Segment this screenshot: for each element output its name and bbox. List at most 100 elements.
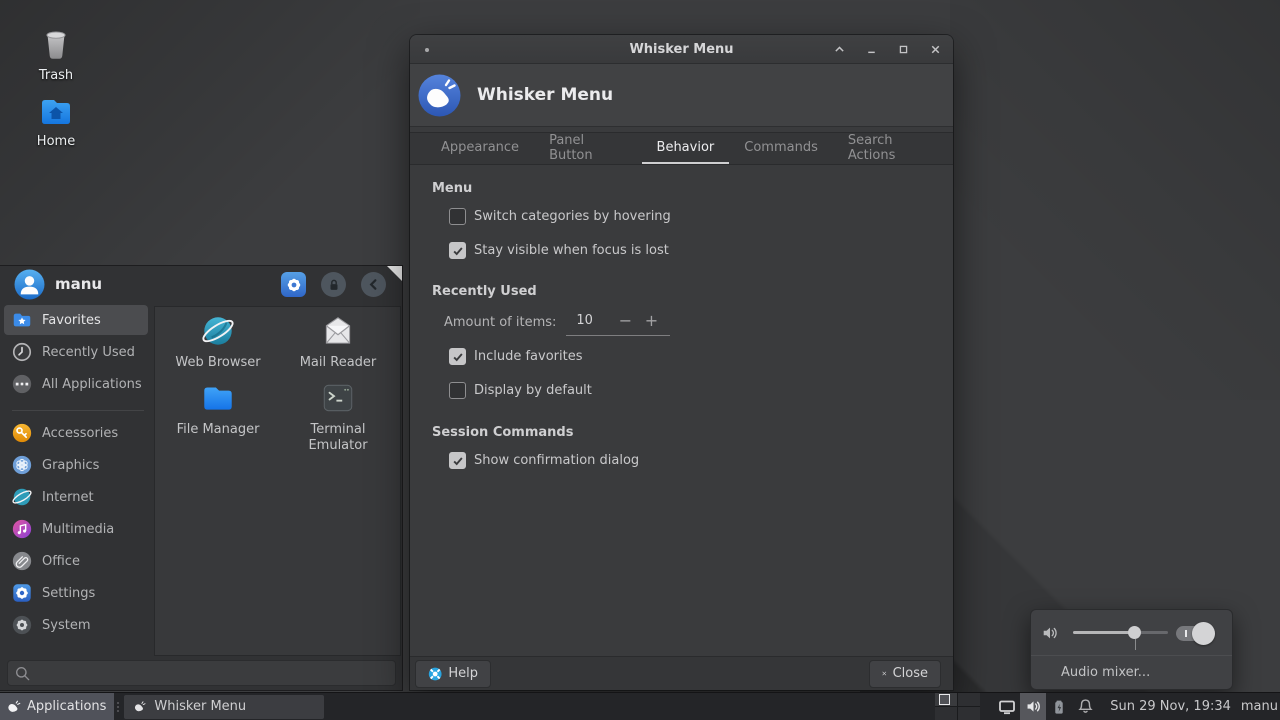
taskbar-right: Sun 29 Nov, 19:34 manu (935, 693, 1280, 720)
app-file-manager[interactable]: File Manager (158, 379, 278, 438)
option-switch-categories[interactable]: Switch categories by hovering (449, 208, 671, 225)
app-grid: Web Browser Mail Reader File Manager (154, 306, 401, 656)
decrease-button[interactable]: − (612, 311, 638, 329)
category-accessories[interactable]: Accessories (4, 418, 148, 448)
help-button[interactable]: Help (415, 660, 491, 688)
lock-screen-button[interactable] (321, 272, 346, 297)
shade-button[interactable] (832, 42, 847, 57)
close-x-icon (882, 668, 887, 679)
all-applications-icon (11, 373, 33, 395)
search-icon (14, 665, 31, 682)
section-menu: Menu (432, 181, 472, 196)
mail-reader-icon (319, 312, 357, 350)
settings-button[interactable] (281, 272, 306, 297)
toggle-knob[interactable] (1192, 622, 1215, 645)
tab-commands[interactable]: Commands (729, 133, 833, 164)
tab-search-actions[interactable]: Search Actions (833, 133, 953, 164)
workspace-1[interactable] (935, 693, 957, 706)
bell-icon (1077, 698, 1094, 715)
taskbar: Applications Whisker Menu (0, 692, 1280, 720)
graphics-icon (11, 454, 33, 476)
workspace-4[interactable] (958, 707, 980, 720)
amount-value[interactable]: 10 (576, 313, 612, 328)
accessories-icon (11, 422, 33, 444)
category-recently-used[interactable]: Recently Used (4, 337, 148, 367)
username: manu (55, 275, 102, 293)
tab-bar: Appearance Panel Button Behavior Command… (410, 132, 953, 165)
app-mail-reader[interactable]: Mail Reader (278, 312, 398, 371)
option-include-favorites[interactable]: Include favorites (449, 348, 582, 365)
category-office[interactable]: Office (4, 546, 148, 576)
checkbox[interactable] (449, 452, 466, 469)
behavior-tab-content: Menu Switch categories by hovering Stay … (410, 165, 953, 656)
dialog-title: Whisker Menu (477, 85, 613, 105)
category-favorites[interactable]: Favorites (4, 305, 148, 335)
category-internet[interactable]: Internet (4, 482, 148, 512)
checkbox[interactable] (449, 382, 466, 399)
settings-category-icon (11, 582, 33, 604)
monitor-icon (998, 698, 1016, 716)
category-settings[interactable]: Settings (4, 578, 148, 608)
category-graphics[interactable]: Graphics (4, 450, 148, 480)
wallpaper-shade (950, 0, 1280, 400)
web-browser-icon (199, 312, 237, 350)
workspace-3[interactable] (935, 707, 957, 720)
app-web-browser[interactable]: Web Browser (158, 312, 278, 371)
checkbox[interactable] (449, 348, 466, 365)
display-tray-icon[interactable] (994, 693, 1020, 720)
close-icon (929, 43, 942, 56)
volume-slider-handle[interactable] (1128, 626, 1141, 639)
favorites-icon (11, 309, 33, 331)
maximize-button[interactable] (896, 42, 911, 57)
applications-menu-button[interactable]: Applications (0, 693, 114, 720)
whisker-menu-settings-window: Whisker Menu (410, 35, 953, 690)
whisker-menu-logo (417, 73, 462, 118)
close-window-button[interactable] (928, 42, 943, 57)
window-titlebar[interactable]: Whisker Menu (410, 35, 953, 64)
workspace-switcher[interactable] (935, 693, 980, 720)
battery-tray-icon[interactable] (1046, 693, 1072, 720)
app-terminal-emulator[interactable]: Terminal Emulator (278, 379, 398, 454)
audio-mixer-item[interactable]: Audio mixer... (1031, 656, 1232, 689)
desktop: Trash Home manu (0, 0, 1280, 720)
desktop-icon-home[interactable]: Home (14, 94, 98, 149)
desktop-icon-trash[interactable]: Trash (14, 22, 98, 83)
volume-tray-icon[interactable] (1020, 693, 1046, 720)
option-display-by-default[interactable]: Display by default (449, 382, 592, 399)
checkbox[interactable] (449, 208, 466, 225)
increase-button[interactable]: + (638, 311, 664, 329)
notifications-tray-icon[interactable] (1072, 693, 1098, 720)
search-input[interactable] (31, 666, 389, 681)
lock-icon (327, 278, 341, 292)
category-all-applications[interactable]: All Applications (4, 369, 148, 399)
tab-appearance[interactable]: Appearance (426, 133, 534, 164)
tab-panel-button[interactable]: Panel Button (534, 133, 641, 164)
whisker-header: manu (0, 266, 402, 306)
tab-behavior[interactable]: Behavior (642, 133, 730, 164)
avatar[interactable] (14, 269, 45, 300)
option-show-confirmation[interactable]: Show confirmation dialog (449, 452, 639, 469)
clock[interactable]: Sun 29 Nov, 19:34 (1110, 699, 1231, 714)
volume-slider[interactable] (1073, 631, 1168, 634)
window-button-whisker-menu[interactable]: Whisker Menu (124, 695, 324, 719)
category-system[interactable]: System (4, 610, 148, 640)
option-stay-visible[interactable]: Stay visible when focus is lost (449, 242, 669, 259)
minimize-button[interactable] (864, 42, 879, 57)
help-lifebuoy-icon (428, 666, 442, 682)
desktop-icon-label: Home (14, 134, 98, 149)
search-bar[interactable] (7, 660, 396, 686)
back-button[interactable] (361, 272, 386, 297)
maximize-icon (897, 43, 910, 56)
user-menu[interactable]: manu (1241, 699, 1278, 714)
multimedia-icon (11, 518, 33, 540)
panel-grip[interactable] (114, 693, 122, 720)
speaker-icon (1025, 698, 1042, 715)
close-button[interactable]: Close (869, 660, 941, 688)
minimize-icon (865, 43, 878, 56)
checkbox[interactable] (449, 242, 466, 259)
workspace-2[interactable] (958, 693, 980, 706)
whisker-icon (5, 698, 22, 715)
category-multimedia[interactable]: Multimedia (4, 514, 148, 544)
amount-spinbox[interactable]: 10 − + (566, 309, 670, 336)
mute-toggle[interactable] (1176, 626, 1210, 641)
